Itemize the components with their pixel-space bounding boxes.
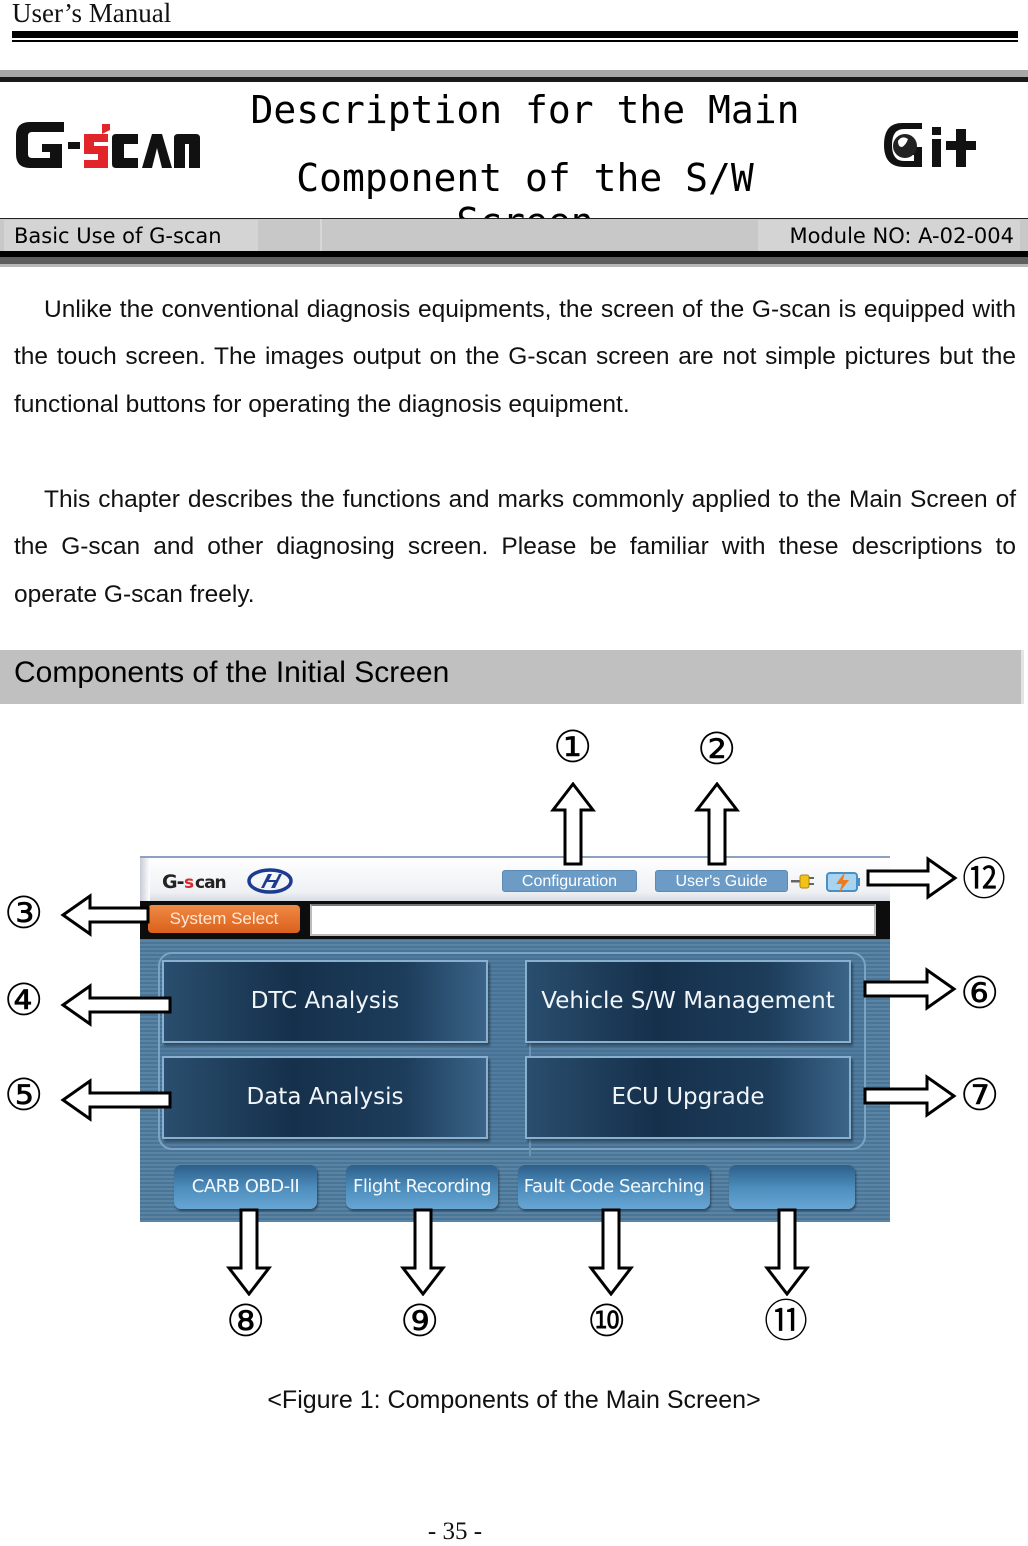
plug-icon	[791, 874, 814, 889]
arrow-down-icon	[588, 1208, 634, 1296]
svg-text:G-: G-	[162, 871, 184, 893]
callout-12: ⑫	[962, 854, 1006, 905]
flight-recording-button[interactable]: Flight Recording	[346, 1165, 498, 1209]
vehicle-sw-management-button[interactable]: Vehicle S/W Management	[525, 960, 851, 1043]
callout-11: ⑪	[764, 1296, 808, 1347]
arrow-down-icon	[226, 1208, 272, 1296]
arrow-right-icon	[866, 856, 958, 900]
arrow-down-icon	[764, 1208, 810, 1296]
module-header-top-gray	[0, 70, 1028, 77]
intro-paragraph-2: This chapter describes the functions and…	[14, 476, 1016, 618]
arrow-left-icon	[60, 983, 172, 1027]
page-number: - 35 -	[427, 1518, 483, 1545]
module-header-bottom-gray	[0, 257, 1028, 264]
callout-8: ⑧	[226, 1296, 266, 1347]
system-select-bar: System Select	[140, 901, 890, 939]
intro-paragraph-1: Unlike the conventional diagnosis equipm…	[14, 286, 1016, 428]
module-info-bar: Basic Use of G-scan Module NO: A-02-004	[0, 218, 1028, 252]
callout-6: ⑥	[960, 968, 1000, 1019]
header-rule-thin	[12, 40, 1018, 42]
arrow-left-icon	[60, 893, 150, 937]
fault-code-searching-button[interactable]: Fault Code Searching	[518, 1165, 710, 1209]
callout-1: ①	[553, 722, 593, 773]
section-heading: Components of the Initial Screen	[14, 656, 450, 689]
callout-7: ⑦	[960, 1070, 1000, 1121]
gscan-logo	[16, 122, 200, 168]
svg-text:s: s	[184, 873, 194, 893]
module-bar-divider	[320, 219, 322, 252]
section-heading-bar: Components of the Initial Screen	[0, 650, 1024, 704]
callout-4: ④	[4, 975, 44, 1026]
running-header: User’s Manual	[12, 0, 172, 28]
figure-caption: <Figure 1: Components of the Main Screen…	[267, 1386, 761, 1414]
system-select-field[interactable]	[310, 904, 876, 936]
ecu-upgrade-button[interactable]: ECU Upgrade	[525, 1056, 851, 1139]
blank-function-button[interactable]	[729, 1165, 855, 1209]
dtc-analysis-button[interactable]: DTC Analysis	[162, 960, 488, 1043]
svg-text:can: can	[195, 873, 226, 893]
git-logo	[884, 123, 976, 167]
header-rule-thick	[12, 31, 1018, 38]
users-guide-button[interactable]: User's Guide	[655, 870, 788, 892]
page-title-line1: Description for the Main	[250, 88, 800, 132]
intro-paragraph-2-text: This chapter describes the functions and…	[14, 486, 1016, 608]
intro-paragraph-1-text: Unlike the conventional diagnosis equipm…	[14, 296, 1016, 418]
system-select-button[interactable]: System Select	[148, 905, 300, 933]
carb-obd-ii-button[interactable]: CARB OBD-II	[174, 1165, 317, 1209]
arrow-left-icon	[60, 1078, 172, 1122]
gscan-main-screen: G- s can Configuration User's Guide Syst…	[140, 856, 890, 1222]
callout-5: ⑤	[4, 1070, 44, 1121]
category-label: Basic Use of G-scan	[14, 224, 222, 248]
callout-3: ③	[4, 888, 44, 939]
screen-gscan-logo: G- s can	[162, 868, 293, 894]
arrow-up-icon	[694, 782, 740, 866]
screen-top-bar: G- s can Configuration User's Guide	[140, 856, 890, 903]
arrow-down-icon	[400, 1208, 446, 1296]
callout-9: ⑨	[400, 1296, 440, 1347]
callout-10: ⑩	[587, 1296, 627, 1347]
module-number: Module NO: A-02-004	[789, 224, 1014, 248]
arrow-right-icon	[863, 1074, 957, 1118]
screen-body: DTC Analysis Vehicle S/W Management Data…	[140, 939, 890, 1222]
configuration-button[interactable]: Configuration	[502, 870, 637, 892]
arrow-up-icon	[550, 782, 596, 866]
callout-2: ②	[697, 724, 737, 775]
gscan-logo-g	[16, 122, 64, 168]
arrow-right-icon	[863, 967, 957, 1011]
data-analysis-button[interactable]: Data Analysis	[162, 1056, 488, 1139]
module-header-bottom-light	[0, 264, 1028, 267]
battery-charging-icon[interactable]	[824, 870, 862, 894]
hyundai-logo	[247, 868, 293, 894]
module-header-top-dark	[0, 77, 1028, 82]
